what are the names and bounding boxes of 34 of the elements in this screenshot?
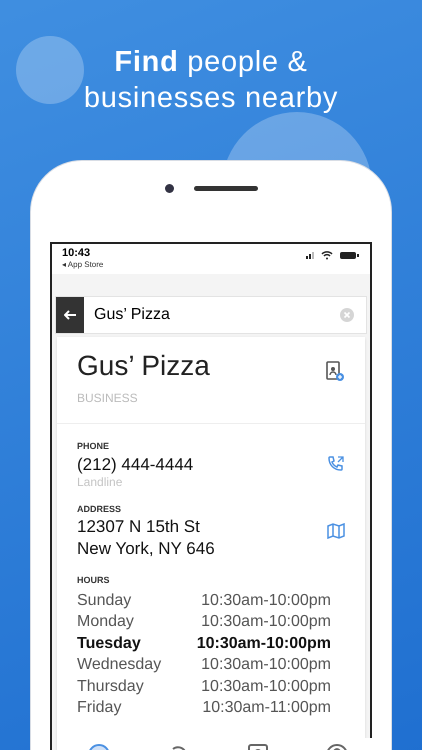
phone-number[interactable]: (212) 444-4444: [77, 454, 194, 474]
add-contact-icon[interactable]: [325, 361, 345, 383]
phone-type: Landline: [77, 474, 124, 488]
address-line: 12307 N 15th St: [77, 516, 201, 538]
headline: Find people & businesses nearby: [82, 45, 340, 116]
listing-category: BUSINESS: [77, 390, 139, 407]
day-hours: 10:30am-11:00pm: [202, 698, 331, 718]
day-name: Wednesday: [77, 655, 162, 676]
day-hours: 10:30am-10:00pm: [201, 590, 331, 610]
day-name: Thursday: [77, 676, 144, 697]
status-icons: [306, 250, 360, 260]
day-hours: 10:30am-10:00pm: [196, 634, 331, 654]
address-label: ADDRESS: [77, 502, 122, 516]
phone-icon[interactable]: [327, 455, 345, 474]
day-hours: 10:30am-10:00pm: [201, 655, 331, 676]
status-time: 10:43: [62, 247, 92, 260]
day-hours: 10:30am-10:00pm: [201, 676, 331, 697]
back-arrow-icon: [64, 310, 76, 320]
day-name: Friday: [77, 698, 122, 718]
search-field[interactable]: Gus’ Pizza: [55, 296, 367, 334]
back-to-app-link[interactable]: ◂ App Store: [62, 260, 104, 270]
camera-icon: [164, 184, 174, 192]
speaker-icon: [194, 186, 258, 190]
day-name: Tuesday: [77, 634, 141, 654]
search-text: Gus’ Pizza: [94, 305, 171, 325]
listing-name: Gus’ Pizza: [77, 349, 210, 383]
back-button[interactable]: [56, 297, 84, 333]
day-hours: 10:30am-10:00pm: [201, 612, 331, 632]
day-name: Sunday: [77, 590, 132, 610]
hours-label: HOURS: [77, 574, 111, 587]
day-name: Monday: [77, 612, 134, 632]
map-icon[interactable]: [327, 523, 345, 540]
phone-label: PHONE: [77, 440, 110, 453]
address-line: New York, NY 646: [77, 538, 215, 560]
